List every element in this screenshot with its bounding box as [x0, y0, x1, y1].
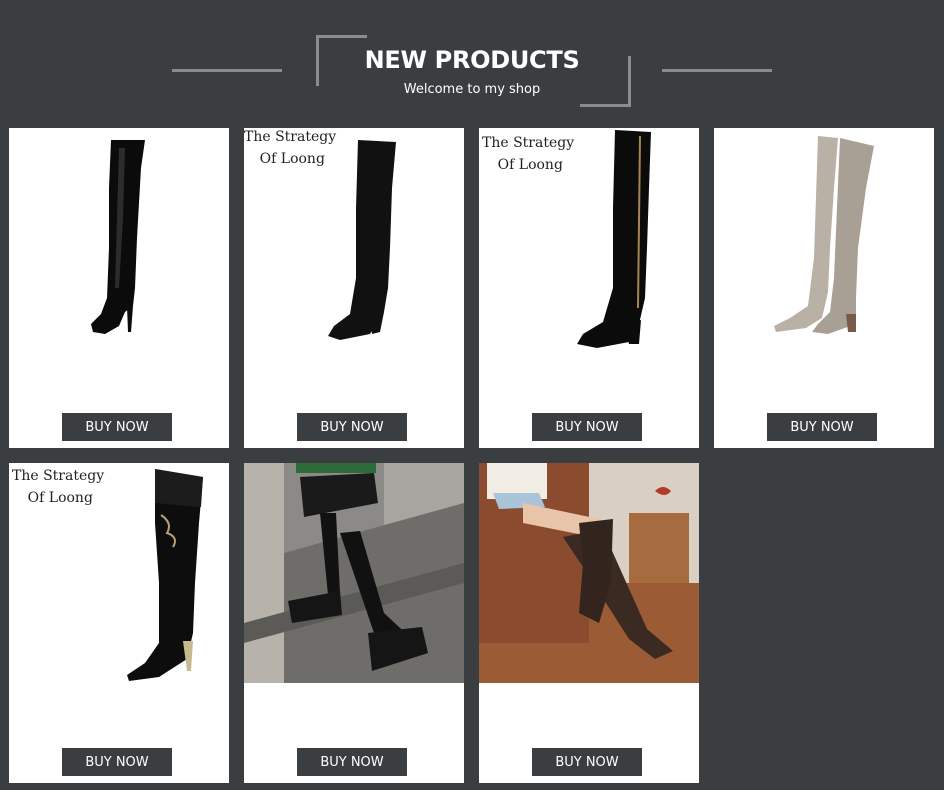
buy-now-button[interactable]: BUY NOW: [767, 413, 877, 441]
watermark-text: The Strategy Of Loong: [12, 468, 105, 506]
section-title: NEW PRODUCTS: [364, 46, 580, 74]
product-card[interactable]: The Strategy Of Loong BUY NOW: [244, 128, 464, 448]
buy-now-button[interactable]: BUY NOW: [62, 748, 172, 776]
watermark-text: The Strategy Of Loong: [244, 129, 337, 167]
section-subtitle: Welcome to my shop: [403, 82, 541, 97]
product-image-patent-zip-wedge-boot[interactable]: The Strategy Of Loong: [479, 128, 699, 348]
product-card[interactable]: BUY NOW: [9, 128, 229, 448]
product-image-suede-wedge-boot[interactable]: The Strategy Of Loong: [244, 128, 464, 348]
product-image-grey-suede-boot[interactable]: [714, 128, 934, 348]
product-image-street-boot-photo[interactable]: [244, 463, 464, 683]
product-card[interactable]: BUY NOW: [714, 128, 934, 448]
product-image-brown-boot-photo[interactable]: [479, 463, 699, 683]
product-card[interactable]: The Strategy Of Loong BUY NOW: [9, 463, 229, 783]
watermark-text: The Strategy Of Loong: [482, 135, 575, 173]
product-card[interactable]: The Strategy Of Loong BUY NOW: [479, 128, 699, 448]
buy-now-button[interactable]: BUY NOW: [297, 413, 407, 441]
header-corner-bottom-right: [580, 56, 631, 107]
buy-now-button[interactable]: BUY NOW: [532, 413, 642, 441]
product-image-patent-platform-boot[interactable]: [9, 128, 229, 348]
buy-now-button[interactable]: BUY NOW: [62, 413, 172, 441]
header-divider-right: [662, 69, 772, 72]
product-card[interactable]: BUY NOW: [244, 463, 464, 783]
buy-now-button[interactable]: BUY NOW: [532, 748, 642, 776]
product-image-chain-heel-boot[interactable]: The Strategy Of Loong: [9, 463, 229, 683]
product-card[interactable]: BUY NOW: [479, 463, 699, 783]
section-header: NEW PRODUCTS Welcome to my shop: [0, 0, 944, 120]
buy-now-button[interactable]: BUY NOW: [297, 748, 407, 776]
